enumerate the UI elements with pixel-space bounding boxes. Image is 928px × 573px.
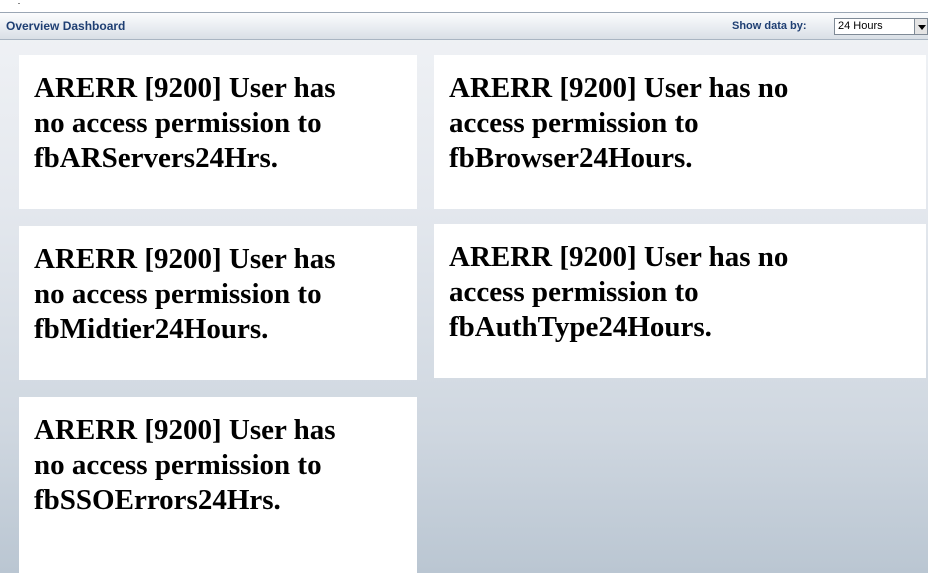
error-line: ARERR [9200] User has [34, 243, 336, 275]
error-line: ARERR [9200] User has no [449, 72, 789, 104]
page-title: Overview Dashboard [6, 19, 126, 33]
error-line: fbARServers24Hrs. [34, 142, 279, 174]
panel-sso-errors: ARERR [9200] User has no access permissi… [19, 397, 417, 573]
error-line: no access permission to [34, 449, 322, 481]
error-line: ARERR [9200] User has [34, 414, 336, 446]
show-data-label: Show data by: [732, 20, 807, 32]
error-line: access permission to [449, 107, 699, 139]
dropdown-button[interactable] [914, 18, 928, 35]
panel-auth-type: ARERR [9200] User has no access permissi… [434, 224, 926, 378]
period-select[interactable]: 24 Hours [834, 18, 928, 35]
error-line: fbSSOErrors24Hrs. [34, 484, 281, 516]
dashboard-header: Overview Dashboard Show data by: 24 Hour… [0, 12, 928, 40]
chevron-down-icon [918, 25, 926, 30]
error-line: ARERR [9200] User has [34, 72, 336, 104]
error-line: fbAuthType24Hours. [449, 311, 712, 343]
period-select-value: 24 Hours [838, 20, 883, 32]
divider-mark [18, 3, 20, 4]
error-line: ARERR [9200] User has no [449, 241, 789, 273]
error-line: access permission to [449, 276, 699, 308]
error-line: no access permission to [34, 278, 322, 310]
top-strip [0, 0, 928, 12]
panel-ar-servers: ARERR [9200] User has no access permissi… [19, 55, 417, 209]
panel-browser: ARERR [9200] User has no access permissi… [434, 55, 926, 209]
error-line: fbBrowser24Hours. [449, 142, 693, 174]
error-line: no access permission to [34, 107, 322, 139]
panel-midtier: ARERR [9200] User has no access permissi… [19, 226, 417, 380]
error-line: fbMidtier24Hours. [34, 313, 269, 345]
